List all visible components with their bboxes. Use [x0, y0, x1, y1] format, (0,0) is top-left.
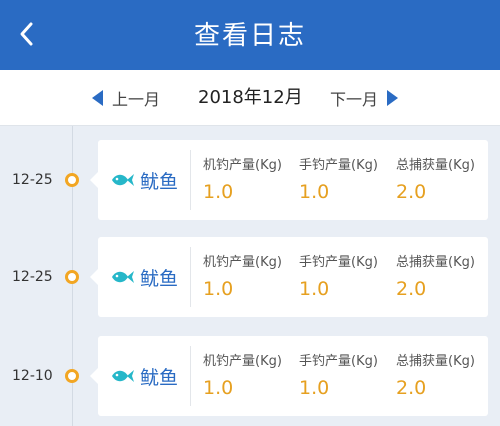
- species-tag: 鱿鱼: [110, 140, 178, 220]
- metric-value: 1.0: [299, 278, 330, 300]
- log-card[interactable]: 鱿鱼 机钓产量(Kg) 1.0 手钓产量(Kg) 1.0 总捕获量(Kg) 2.…: [90, 237, 488, 317]
- metric-value: 1.0: [299, 181, 330, 203]
- next-month-button[interactable]: 下一月: [330, 70, 399, 126]
- log-entry: 12-10 鱿鱼 机钓产量(Kg) 1.0 手钓产量(Kg) 1.0 总捕获量(…: [0, 336, 500, 416]
- log-entry: 12-25 鱿鱼 机钓产量(Kg) 1.0 手钓产量(Kg) 1.0 总捕获量(…: [0, 237, 500, 317]
- fish-icon: [112, 370, 134, 382]
- total-catch-metric: 总捕获量(Kg) 2.0: [396, 350, 475, 399]
- triangle-left-icon: [92, 90, 103, 106]
- timeline-dot: [65, 173, 79, 187]
- metric-label: 机钓产量(Kg): [203, 158, 282, 173]
- total-catch-metric: 总捕获量(Kg) 2.0: [396, 251, 475, 300]
- metric-label: 手钓产量(Kg): [299, 354, 378, 369]
- timeline-dot: [65, 270, 79, 284]
- species-name: 鱿鱼: [140, 267, 179, 290]
- machine-catch-metric: 机钓产量(Kg) 1.0: [203, 154, 282, 203]
- log-card[interactable]: 鱿鱼 机钓产量(Kg) 1.0 手钓产量(Kg) 1.0 总捕获量(Kg) 2.…: [90, 336, 488, 416]
- metric-value: 1.0: [203, 377, 234, 399]
- metric-value: 1.0: [203, 181, 234, 203]
- machine-catch-metric: 机钓产量(Kg) 1.0: [203, 350, 282, 399]
- metric-label: 手钓产量(Kg): [299, 158, 378, 173]
- metric-label: 手钓产量(Kg): [299, 255, 378, 270]
- card-pointer: [90, 172, 98, 188]
- metric-label: 总捕获量(Kg): [396, 158, 475, 173]
- triangle-right-icon: [387, 90, 399, 106]
- metric-value: 1.0: [299, 377, 330, 399]
- metric-label: 总捕获量(Kg): [396, 255, 475, 270]
- species-name: 鱿鱼: [140, 366, 179, 389]
- machine-catch-metric: 机钓产量(Kg) 1.0: [203, 251, 282, 300]
- metric-value: 1.0: [203, 278, 234, 300]
- metric-value: 2.0: [396, 377, 427, 399]
- metric-value: 2.0: [396, 181, 427, 203]
- fish-icon: [112, 174, 134, 186]
- species-name: 鱿鱼: [140, 170, 179, 193]
- species-tag: 鱿鱼: [110, 237, 178, 317]
- current-month-label: 2018年12月: [198, 87, 303, 108]
- log-card[interactable]: 鱿鱼 机钓产量(Kg) 1.0 手钓产量(Kg) 1.0 总捕获量(Kg) 2.…: [90, 140, 488, 220]
- metric-label: 总捕获量(Kg): [396, 354, 475, 369]
- card-divider: [190, 346, 191, 406]
- card-pointer: [90, 368, 98, 384]
- log-entry: 12-25 鱿鱼 机钓产量(Kg) 1.0 手钓产量(Kg) 1.0 总捕获量(…: [0, 140, 500, 220]
- fish-icon: [112, 271, 134, 283]
- entry-date: 12-10: [12, 368, 53, 384]
- page-title: 查看日志: [193, 21, 306, 51]
- hand-catch-metric: 手钓产量(Kg) 1.0: [299, 350, 378, 399]
- total-catch-metric: 总捕获量(Kg) 2.0: [396, 154, 475, 203]
- metric-value: 2.0: [396, 278, 427, 300]
- card-divider: [190, 150, 191, 210]
- metric-label: 机钓产量(Kg): [203, 354, 282, 369]
- entry-date: 12-25: [12, 269, 53, 285]
- next-month-label: 下一月: [330, 90, 379, 109]
- month-navigator: 上一月 2018年12月 下一月: [0, 70, 500, 126]
- card-divider: [190, 247, 191, 307]
- hand-catch-metric: 手钓产量(Kg) 1.0: [299, 154, 378, 203]
- prev-month-label: 上一月: [112, 90, 161, 109]
- header-bar: 查看日志: [0, 0, 500, 70]
- metric-label: 机钓产量(Kg): [203, 255, 282, 270]
- entry-date: 12-25: [12, 172, 53, 188]
- timeline-dot: [65, 369, 79, 383]
- species-tag: 鱿鱼: [110, 336, 178, 416]
- card-pointer: [90, 269, 98, 285]
- prev-month-button[interactable]: 上一月: [92, 70, 160, 126]
- hand-catch-metric: 手钓产量(Kg) 1.0: [299, 251, 378, 300]
